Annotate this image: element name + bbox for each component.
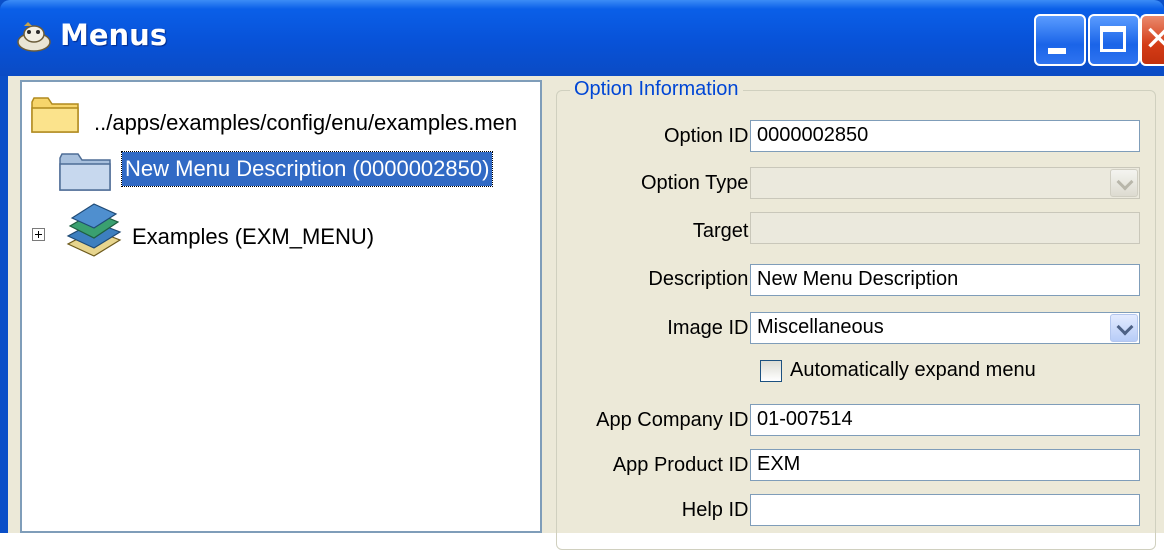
option-form: Option Information Option ID: 0000002850… xyxy=(550,76,1164,550)
help-id-label: Help ID: xyxy=(681,499,754,521)
tree-child-item[interactable]: Examples (EXM_MENU) xyxy=(64,200,534,262)
option-id-field[interactable]: 0000002850 xyxy=(750,120,1140,152)
app-company-id-field[interactable]: 01-007514 xyxy=(750,404,1140,436)
option-type-dropdown[interactable] xyxy=(750,167,1140,199)
description-label: Description: xyxy=(648,268,754,290)
plus-icon[interactable] xyxy=(32,228,45,241)
books-icon xyxy=(66,203,122,257)
menus-window: Menus ✕ ../apps/examples/config/enu/exam… xyxy=(0,0,1164,550)
tree-root-label: ../apps/examples/config/enu/examples.men xyxy=(94,110,518,135)
auto-expand-checkbox[interactable] xyxy=(760,360,782,382)
minimize-button[interactable] xyxy=(1034,14,1086,66)
maximize-button[interactable] xyxy=(1088,14,1140,66)
option-type-label: Option Type: xyxy=(640,172,754,194)
menu-tree[interactable]: ../apps/examples/config/enu/examples.men… xyxy=(20,80,542,533)
group-title: Option Information xyxy=(570,78,743,101)
window-title: Menus xyxy=(60,18,168,52)
image-id-dropdown[interactable]: Miscellaneous xyxy=(750,312,1140,344)
target-label: Target: xyxy=(692,220,754,242)
app-company-id-label: App Company ID: xyxy=(596,409,754,431)
tree-selected-item[interactable]: New Menu Description (0000002850) xyxy=(58,148,538,192)
auto-expand-label[interactable]: Automatically expand menu xyxy=(790,359,1036,382)
minimize-icon xyxy=(1048,48,1066,54)
help-id-field[interactable] xyxy=(750,494,1140,526)
folder-icon xyxy=(31,97,79,133)
close-button[interactable]: ✕ xyxy=(1140,14,1164,66)
menus-app-icon xyxy=(17,22,51,52)
description-field[interactable]: New Menu Description xyxy=(750,264,1140,296)
image-id-label: Image ID: xyxy=(667,317,754,339)
splitter[interactable] xyxy=(542,80,550,533)
app-product-id-field[interactable]: EXM xyxy=(750,449,1140,481)
tree-root-item[interactable]: ../apps/examples/config/enu/examples.men xyxy=(30,92,530,136)
maximize-icon xyxy=(1100,26,1126,52)
option-type-dropdown-button[interactable] xyxy=(1110,169,1138,197)
image-id-value: Miscellaneous xyxy=(757,316,884,338)
title-bar[interactable]: Menus ✕ xyxy=(0,0,1164,76)
client-area: ../apps/examples/config/enu/examples.men… xyxy=(8,76,1164,550)
chevron-down-icon xyxy=(1116,318,1134,336)
close-icon: ✕ xyxy=(1144,19,1164,59)
option-id-label: Option ID: xyxy=(663,125,754,147)
target-field[interactable] xyxy=(750,212,1140,244)
chevron-down-icon xyxy=(1116,173,1134,191)
app-product-id-label: App Product ID: xyxy=(612,454,754,476)
image-id-dropdown-button[interactable] xyxy=(1110,314,1138,342)
tree-selected-label: New Menu Description (0000002850) xyxy=(120,151,494,187)
tree-child-label: Examples (EXM_MENU) xyxy=(132,224,375,249)
folder-closed-icon xyxy=(59,153,111,191)
